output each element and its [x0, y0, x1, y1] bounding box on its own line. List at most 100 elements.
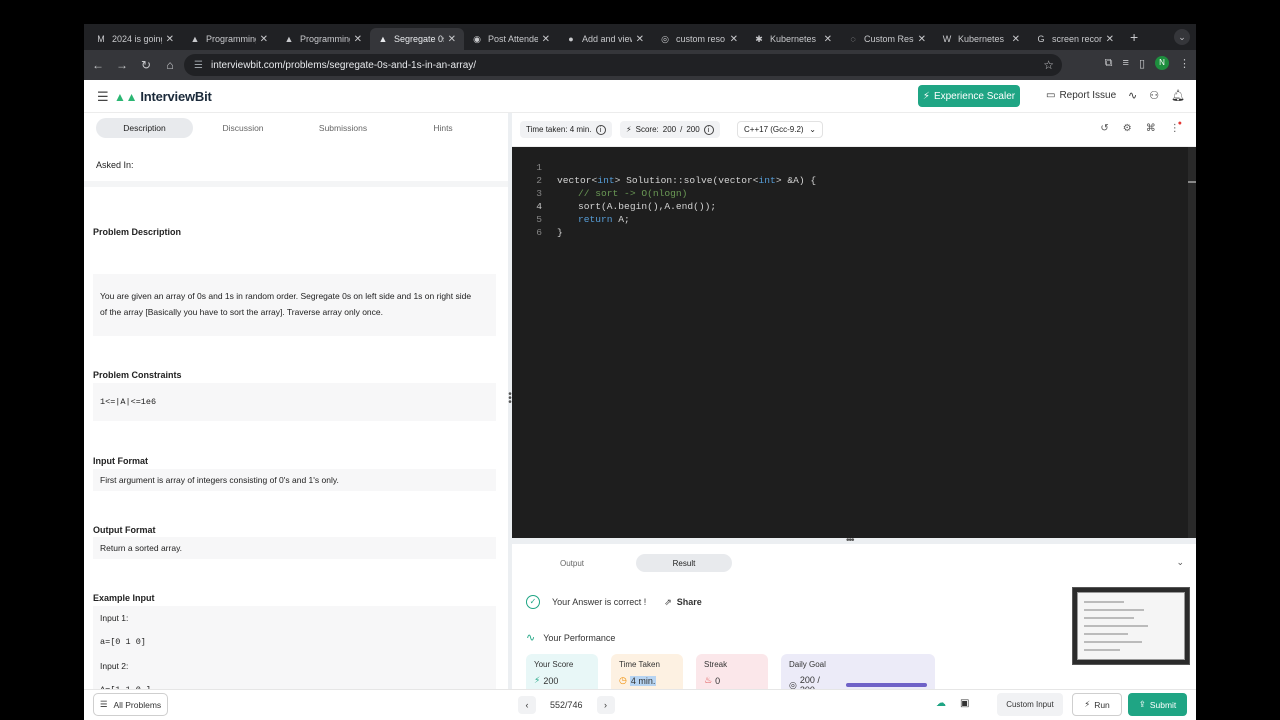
- terminal-icon[interactable]: ▣: [960, 698, 969, 709]
- divider: [84, 181, 508, 187]
- previous-problem-button[interactable]: ‹: [518, 696, 536, 714]
- tab-result[interactable]: Result: [636, 554, 732, 572]
- close-icon[interactable]: ✕: [730, 34, 738, 45]
- code-editor[interactable]: 1 vector<int> Solution::solve(vector<int…: [512, 147, 1196, 538]
- close-icon[interactable]: ✕: [448, 34, 456, 45]
- language-select[interactable]: C++17 (Gcc-9.2) ⌄: [737, 121, 823, 138]
- tab-discussion[interactable]: Discussion: [193, 118, 293, 138]
- bell-icon[interactable]: 🔔︎: [1171, 89, 1185, 102]
- browser-tab[interactable]: ◎ custom reso ✕: [652, 28, 746, 50]
- profile-avatar[interactable]: N: [1155, 56, 1169, 70]
- shortcut-command-icon[interactable]: ⌘: [1146, 123, 1156, 134]
- info-icon[interactable]: i: [595, 124, 606, 135]
- output-format-text: Return a sorted array.: [93, 537, 496, 559]
- all-problems-button[interactable]: ☰ All Problems: [93, 693, 168, 716]
- interviewbit-icon: ▲: [378, 34, 388, 44]
- site-info-icon[interactable]: ☰: [194, 60, 203, 71]
- reset-icon[interactable]: ↺: [1100, 123, 1108, 134]
- line-text: }: [557, 227, 563, 238]
- user-icon[interactable]: ⚇: [1149, 89, 1159, 102]
- browser-tab[interactable]: W Kubernetes ✕: [934, 28, 1028, 50]
- activity-icon[interactable]: ∿: [1128, 89, 1137, 102]
- browser-tab[interactable]: ✱ Kubernetes ✕: [746, 28, 840, 50]
- close-icon[interactable]: ✕: [1106, 34, 1114, 45]
- scrollbar-thumb[interactable]: [1188, 181, 1196, 183]
- browser-tab-label: 2024 is going: [112, 34, 162, 44]
- browser-tab-label: Kubernetes: [958, 34, 1005, 44]
- screen-recording-thumbnail[interactable]: [1072, 587, 1190, 665]
- forward-icon[interactable]: →: [110, 58, 134, 72]
- experience-scaler-button[interactable]: ⚡ Experience Scaler: [918, 85, 1020, 107]
- clock-icon: ◷: [619, 675, 627, 685]
- info-icon[interactable]: i: [703, 124, 714, 135]
- run-button[interactable]: ⚡ Run: [1072, 693, 1122, 716]
- code-line[interactable]: 2 // sort -> O(nlogn): [512, 161, 1196, 199]
- close-icon[interactable]: ✕: [636, 34, 644, 45]
- close-icon[interactable]: ✕: [542, 34, 550, 45]
- custom-input-button[interactable]: Custom Input: [997, 693, 1063, 716]
- browser-menu-icon[interactable]: ⋮: [1179, 57, 1190, 70]
- app-icon: ◉: [473, 34, 481, 44]
- side-panel-icon[interactable]: ▯: [1139, 57, 1145, 70]
- code-line[interactable]: 6: [512, 213, 1196, 238]
- submit-button[interactable]: ⇪ Submit: [1128, 693, 1187, 716]
- streak-card-label: Streak: [704, 660, 728, 669]
- home-icon[interactable]: ⌂: [158, 58, 182, 72]
- close-icon[interactable]: ✕: [1012, 34, 1020, 45]
- code-line[interactable]: 1 vector<int> Solution::solve(vector<int…: [512, 148, 1196, 186]
- logo-mark-icon: ▲▲: [114, 89, 138, 104]
- browser-tab[interactable]: ◌ Custom Reso ✕: [840, 28, 934, 50]
- tab-description[interactable]: Description: [96, 118, 193, 138]
- browser-tab[interactable]: ◉ Post Attende ✕: [464, 28, 558, 50]
- close-icon[interactable]: ✕: [260, 34, 268, 45]
- close-icon[interactable]: ✕: [824, 34, 832, 45]
- new-tab-icon[interactable]: +: [1130, 29, 1138, 45]
- hamburger-menu-icon[interactable]: ☰: [97, 89, 109, 105]
- tab-search-chevron-icon[interactable]: ⌄: [1174, 29, 1190, 45]
- share-button[interactable]: ⇗ Share: [664, 597, 702, 608]
- tab-submissions[interactable]: Submissions: [293, 118, 393, 138]
- close-icon[interactable]: ✕: [166, 34, 174, 45]
- code-line[interactable]: 5 }: [512, 200, 1196, 238]
- cloud-sync-icon[interactable]: ☁: [936, 698, 946, 709]
- browser-tab[interactable]: ● Add and view ✕: [558, 28, 652, 50]
- browser-tab[interactable]: ▲ Programming ✕: [182, 28, 276, 50]
- browser-tab[interactable]: M 2024 is going ✕: [88, 28, 182, 50]
- reload-icon[interactable]: ↻: [134, 58, 158, 72]
- tab-output[interactable]: Output: [524, 554, 620, 572]
- next-problem-button[interactable]: ›: [596, 696, 615, 714]
- experience-scaler-label: Experience Scaler: [933, 90, 1016, 102]
- code-line[interactable]: 4 return A;: [512, 187, 1196, 225]
- interviewbit-icon: ▲: [284, 34, 294, 44]
- output-format-title: Output Format: [93, 525, 156, 535]
- more-vertical-icon[interactable]: ⋮●: [1170, 120, 1184, 134]
- input-format-text: First argument is array of integers cons…: [93, 469, 496, 491]
- score-max: 200: [686, 125, 700, 134]
- screen: M 2024 is going ✕ ▲ Programming ✕ ▲ Programming…: [0, 0, 1280, 720]
- bookmark-star-icon[interactable]: ☆: [1043, 58, 1054, 72]
- report-issue-button[interactable]: ▭ Report Issue: [1046, 90, 1116, 101]
- editor-scrollbar[interactable]: [1188, 147, 1196, 538]
- address-bar[interactable]: ☰ interviewbit.com/problems/segregate-0s…: [184, 54, 1062, 76]
- extensions-icon[interactable]: ⧉: [1105, 57, 1113, 70]
- settings-gear-icon[interactable]: ⚙: [1123, 123, 1132, 134]
- interviewbit-logo[interactable]: ▲▲ InterviewBit: [114, 89, 212, 104]
- time-taken-badge: Time taken: 4 min. i: [520, 121, 612, 138]
- code-line[interactable]: 3 sort(A.begin(),A.end());: [512, 174, 1196, 212]
- interviewbit-icon: ▲: [190, 34, 200, 44]
- example-input-title: Example Input: [93, 593, 155, 603]
- input2-value: A=[1 1 0 ]: [100, 678, 489, 689]
- reading-list-icon[interactable]: ≡: [1123, 57, 1129, 69]
- browser-tab[interactable]: ▲ Programming ✕: [276, 28, 370, 50]
- browser-tab[interactable]: ▲ Segregate 0s ✕: [370, 28, 464, 50]
- back-icon[interactable]: ←: [86, 58, 110, 72]
- close-icon[interactable]: ✕: [354, 34, 362, 45]
- browser-actions: ⧉ ≡ ▯ N ⋮: [1105, 56, 1190, 70]
- tab-strip: M 2024 is going ✕ ▲ Programming ✕ ▲ Programming…: [84, 24, 1196, 50]
- close-icon[interactable]: ✕: [918, 34, 926, 45]
- tab-hints[interactable]: Hints: [393, 118, 493, 138]
- performance-title: Your Performance: [543, 632, 616, 643]
- browser-tab[interactable]: Gscreen recor ✕: [1028, 28, 1122, 50]
- collapse-chevron-icon[interactable]: ⌄: [1176, 557, 1184, 568]
- daily-goal-label: Daily Goal: [789, 660, 826, 669]
